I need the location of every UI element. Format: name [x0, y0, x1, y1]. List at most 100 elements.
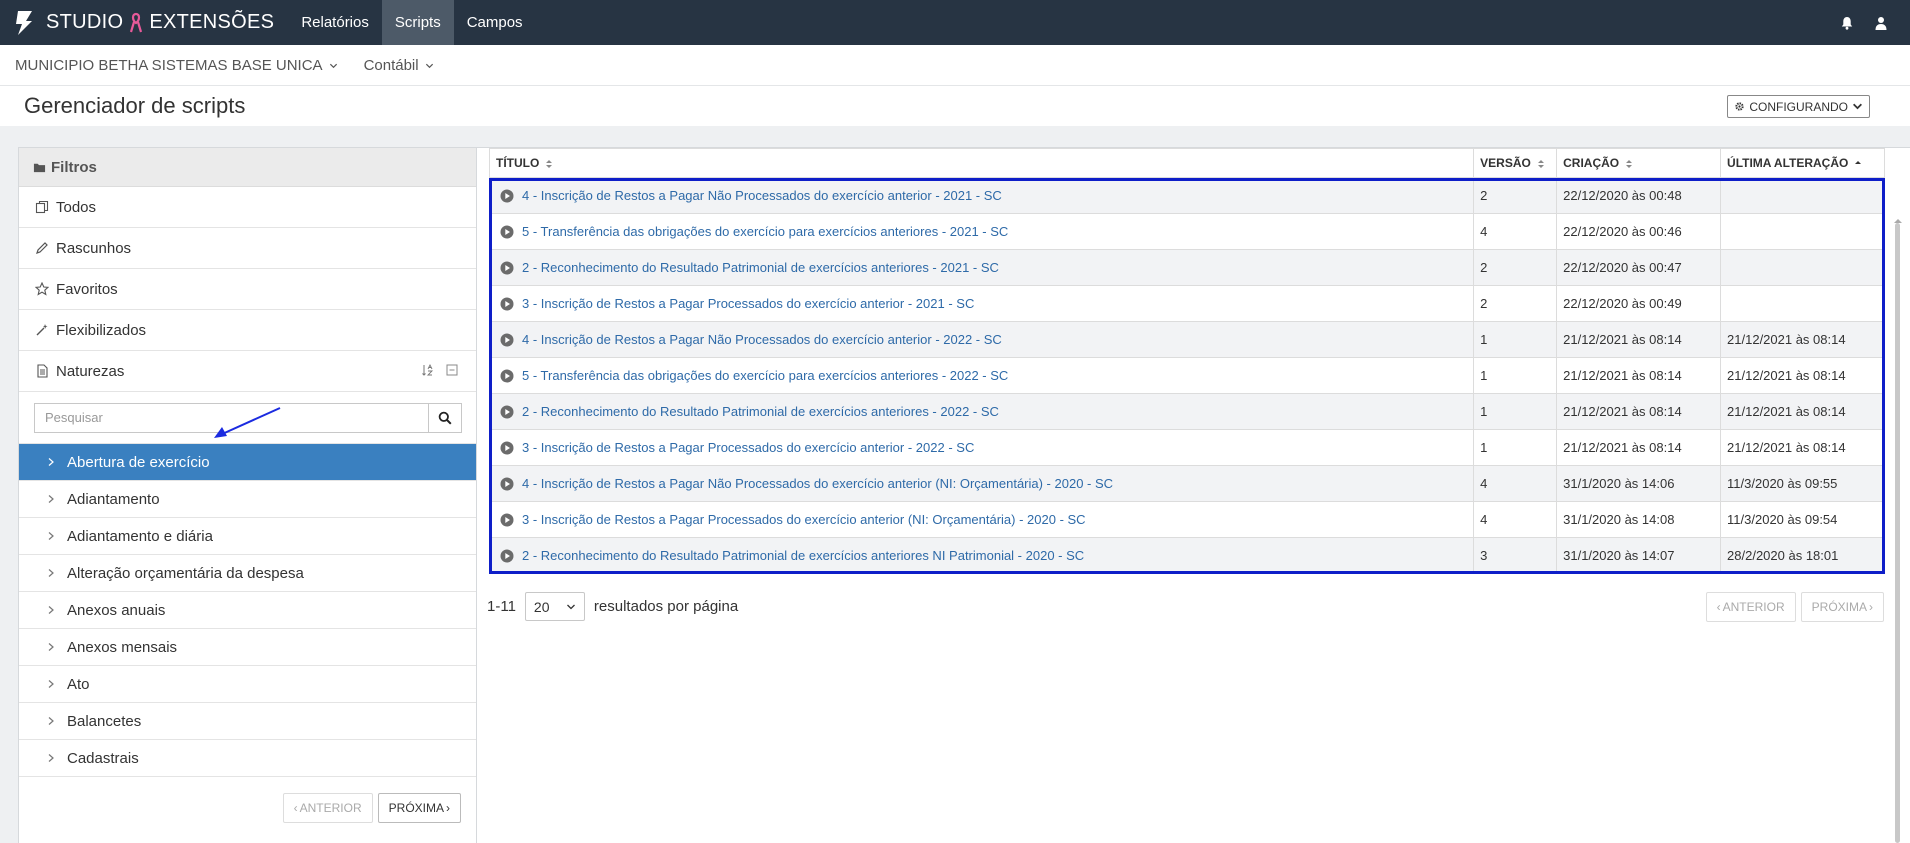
play-icon[interactable]: [500, 513, 514, 527]
play-icon[interactable]: [500, 549, 514, 563]
tree-item-abertura-de-exercicio[interactable]: Abertura de exercício: [19, 444, 476, 481]
script-title-link[interactable]: 4 - Inscrição de Restos a Pagar Não Proc…: [522, 332, 1002, 347]
chevron-down-icon: [1853, 103, 1862, 110]
cell-criacao: 21/12/2021 às 08:14: [1556, 321, 1721, 358]
system-selector[interactable]: Contábil: [364, 57, 434, 74]
filters-sidebar: Filtros Todos Rascunhos Favoritos Flexib…: [18, 147, 477, 843]
table-row[interactable]: 2 - Reconhecimento do Resultado Patrimon…: [488, 249, 1885, 286]
play-icon[interactable]: [500, 225, 514, 239]
table-row[interactable]: 3 - Inscrição de Restos a Pagar Processa…: [488, 429, 1885, 466]
tree-item-adiantamento[interactable]: Adiantamento: [19, 481, 476, 518]
collapse-all-icon[interactable]: [446, 364, 458, 376]
table-next-button[interactable]: PRÓXIMA ›: [1800, 592, 1884, 622]
cell-titulo: 3 - Inscrição de Restos a Pagar Processa…: [488, 501, 1474, 538]
scrollbar-thumb[interactable]: [1895, 223, 1900, 843]
table-row[interactable]: 3 - Inscrição de Restos a Pagar Processa…: [488, 501, 1885, 538]
script-title-link[interactable]: 4 - Inscrição de Restos a Pagar Não Proc…: [522, 188, 1002, 203]
cell-criacao: 22/12/2020 às 00:48: [1556, 177, 1721, 214]
table-row[interactable]: 4 - Inscrição de Restos a Pagar Não Proc…: [488, 177, 1885, 214]
user-icon[interactable]: [1874, 16, 1888, 30]
col-titulo[interactable]: TÍTULO: [488, 148, 1475, 178]
tree-item-alteracao-orcamentaria[interactable]: Alteração orçamentária da despesa: [19, 555, 476, 592]
tree-item-ato[interactable]: Ato: [19, 666, 476, 703]
per-page-select[interactable]: 20: [524, 592, 585, 621]
sidebar-prev-button[interactable]: ‹ ANTERIOR: [282, 793, 373, 823]
table-row[interactable]: 2 - Reconhecimento do Resultado Patrimon…: [488, 393, 1885, 430]
chevron-right-icon: [48, 680, 54, 688]
cell-titulo: 4 - Inscrição de Restos a Pagar Não Proc…: [488, 177, 1474, 214]
filters-title: Filtros: [51, 158, 97, 176]
script-title-link[interactable]: 2 - Reconhecimento do Resultado Patrimon…: [522, 260, 999, 275]
chevron-down-icon: [425, 63, 433, 68]
sidebar-next-button[interactable]: PRÓXIMA ›: [377, 793, 461, 823]
table-row[interactable]: 2 - Reconhecimento do Resultado Patrimon…: [488, 537, 1885, 574]
nav-campos[interactable]: Campos: [454, 0, 536, 45]
script-title-link[interactable]: 5 - Transferência das obrigações do exer…: [522, 224, 1008, 239]
play-icon[interactable]: [500, 369, 514, 383]
filter-rascunhos[interactable]: Rascunhos: [19, 228, 476, 269]
cell-versao: 2: [1473, 249, 1557, 286]
table-row[interactable]: 5 - Transferência das obrigações do exer…: [488, 357, 1885, 394]
script-title-link[interactable]: 3 - Inscrição de Restos a Pagar Processa…: [522, 512, 1086, 527]
chevron-right-icon: [48, 532, 54, 540]
table-row[interactable]: 4 - Inscrição de Restos a Pagar Não Proc…: [488, 465, 1885, 502]
script-title-link[interactable]: 3 - Inscrição de Restos a Pagar Processa…: [522, 440, 974, 455]
script-title-link[interactable]: 2 - Reconhecimento do Resultado Patrimon…: [522, 548, 1084, 563]
tree-item-cadastrais[interactable]: Cadastrais: [19, 740, 476, 777]
play-icon[interactable]: [500, 261, 514, 275]
table-row[interactable]: 4 - Inscrição de Restos a Pagar Não Proc…: [488, 321, 1885, 358]
play-icon[interactable]: [500, 441, 514, 455]
configurando-dropdown[interactable]: CONFIGURANDO: [1727, 95, 1870, 118]
filter-favoritos[interactable]: Favoritos: [19, 269, 476, 310]
tree-item-adiantamento-e-diaria[interactable]: Adiantamento e diária: [19, 518, 476, 555]
app-logo[interactable]: STUDIO EXTENSÕES: [0, 0, 274, 45]
entity-selector[interactable]: MUNICIPIO BETHA SISTEMAS BASE UNICA: [15, 57, 338, 74]
filter-todos[interactable]: Todos: [19, 187, 476, 228]
table-prev-button[interactable]: ‹ ANTERIOR: [1705, 592, 1796, 622]
sort-alpha-icon[interactable]: [422, 364, 434, 376]
tree-item-label: Anexos anuais: [67, 601, 166, 619]
play-icon[interactable]: [500, 297, 514, 311]
play-icon[interactable]: [500, 333, 514, 347]
play-icon[interactable]: [500, 189, 514, 203]
sort-icon: [1626, 159, 1633, 168]
cell-criacao: 31/1/2020 às 14:07: [1556, 537, 1721, 574]
script-title-link[interactable]: 3 - Inscrição de Restos a Pagar Processa…: [522, 296, 974, 311]
pencil-icon: [36, 242, 48, 254]
table-row[interactable]: 3 - Inscrição de Restos a Pagar Processa…: [488, 285, 1885, 322]
cell-titulo: 2 - Reconhecimento do Resultado Patrimon…: [488, 537, 1474, 574]
tree-item-label: Alteração orçamentária da despesa: [67, 564, 304, 582]
nav-relatorios[interactable]: Relatórios: [288, 0, 382, 45]
chevron-right-icon: [48, 606, 54, 614]
bell-icon[interactable]: [1840, 16, 1854, 30]
play-icon[interactable]: [500, 405, 514, 419]
cell-versao: 4: [1473, 213, 1557, 250]
tree-item-anexos-mensais[interactable]: Anexos mensais: [19, 629, 476, 666]
page-header: Gerenciador de scripts CONFIGURANDO: [0, 86, 1910, 126]
cell-ultima-alteracao: 28/2/2020 às 18:01: [1720, 537, 1885, 574]
script-title-link[interactable]: 2 - Reconhecimento do Resultado Patrimon…: [522, 404, 999, 419]
table-row[interactable]: 5 - Transferência das obrigações do exer…: [488, 213, 1885, 250]
search-icon: [438, 411, 452, 425]
cell-criacao: 21/12/2021 às 08:14: [1556, 357, 1721, 394]
cell-titulo: 3 - Inscrição de Restos a Pagar Processa…: [488, 285, 1474, 322]
tree-item-anexos-anuais[interactable]: Anexos anuais: [19, 592, 476, 629]
cell-criacao: 22/12/2020 às 00:46: [1556, 213, 1721, 250]
naturezas-tree: Abertura de exercício Adiantamento Adian…: [19, 443, 476, 777]
col-versao[interactable]: VERSÃO: [1473, 148, 1558, 178]
filter-flexibilizados[interactable]: Flexibilizados: [19, 310, 476, 351]
col-criacao[interactable]: CRIAÇÃO: [1556, 148, 1722, 178]
play-icon[interactable]: [500, 477, 514, 491]
cell-titulo: 2 - Reconhecimento do Resultado Patrimon…: [488, 249, 1474, 286]
filter-label: Favoritos: [56, 280, 118, 298]
cell-titulo: 4 - Inscrição de Restos a Pagar Não Proc…: [488, 321, 1474, 358]
filter-naturezas[interactable]: Naturezas: [19, 351, 476, 392]
search-button[interactable]: [428, 402, 462, 433]
cell-versao: 1: [1473, 321, 1557, 358]
nav-scripts[interactable]: Scripts: [381, 0, 454, 45]
col-ultima-alteracao[interactable]: ÚLTIMA ALTERAÇÃO: [1720, 148, 1885, 178]
tree-item-balancetes[interactable]: Balancetes: [19, 703, 476, 740]
script-title-link[interactable]: 4 - Inscrição de Restos a Pagar Não Proc…: [522, 476, 1113, 491]
chevron-right-icon: [48, 458, 54, 466]
script-title-link[interactable]: 5 - Transferência das obrigações do exer…: [522, 368, 1008, 383]
